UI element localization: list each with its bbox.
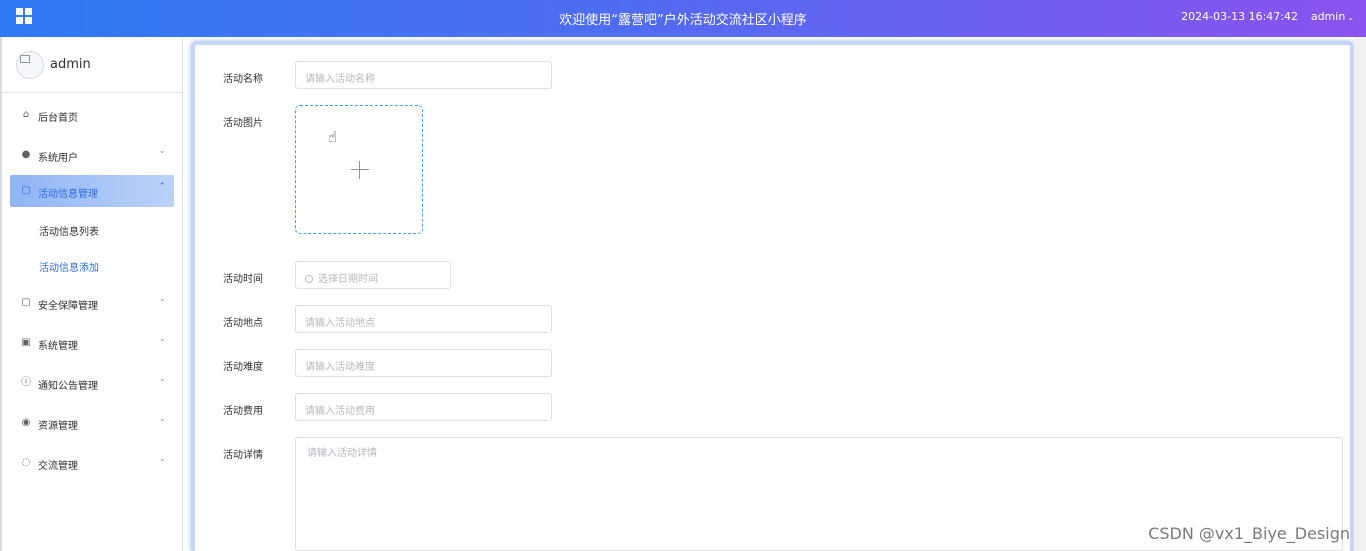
sidebar-item-label: 活动信息管理 [38, 189, 98, 200]
user-icon: ● [21, 149, 31, 160]
profile-username: admin [50, 57, 91, 72]
activity-location-label: 活动地点 [223, 318, 263, 329]
chevron-down-icon: ⌄ [158, 414, 166, 424]
activity-fee-input[interactable]: 请输入活动费用 [295, 393, 552, 421]
profile-panel: admin [2, 37, 182, 93]
chevron-up-icon: ⌃ [158, 182, 166, 192]
home-icon: ⌂ [22, 109, 30, 120]
sidebar-item-safety-management[interactable]: ▢ 安全保障管理 ⌄ [2, 283, 182, 323]
activity-detail-label: 活动详情 [223, 450, 263, 461]
sidebar: admin ⌂ 后台首页 ● 系统用户 ⌄ ▢ 活动信息管理 ⌃ 活动信息列表 … [0, 37, 183, 551]
sidebar-item-label: 系统用户 [38, 153, 78, 164]
sidebar-item-label: 系统管理 [38, 341, 78, 352]
sidebar-item-system-management[interactable]: ▣ 系统管理 ⌄ [2, 323, 182, 363]
chevron-down-icon: ⌄ [158, 454, 166, 464]
activity-location-input[interactable]: 请输入活动地点 [295, 305, 552, 333]
sidebar-subitem-activity-add[interactable]: 活动信息添加 [2, 247, 182, 283]
sidebar-item-label: 后台首页 [38, 113, 78, 124]
sidebar-item-label: 资源管理 [38, 421, 78, 432]
activity-difficulty-label: 活动难度 [223, 362, 263, 373]
datetime-picker[interactable]: 选择日期时间 [295, 261, 451, 289]
chevron-down-icon: ⌄ [158, 334, 166, 344]
chevron-down-icon: ⌄ [158, 374, 166, 384]
chevron-down-icon: ⌄ [1347, 13, 1354, 22]
activity-name-label: 活动名称 [223, 74, 263, 85]
activity-difficulty-input[interactable]: 请输入活动难度 [295, 349, 552, 377]
sidebar-item-system-users[interactable]: ● 系统用户 ⌄ [2, 135, 182, 175]
sidebar-item-label: 安全保障管理 [38, 301, 98, 312]
datetime-display: 2024-03-13 16:47:42 [1181, 10, 1298, 23]
hand-cursor-icon: ☝ [328, 128, 338, 146]
activity-image-label: 活动图片 [223, 118, 263, 129]
activity-name-input[interactable]: 请输入活动名称 [295, 61, 552, 89]
datetime-placeholder: 选择日期时间 [318, 274, 378, 285]
activity-fee-label: 活动费用 [223, 406, 263, 417]
page-title: 欢迎使用“露营吧”户外活动交流社区小程序 [559, 13, 807, 28]
edit-icon: ▢ [21, 297, 31, 308]
sidebar-item-label: 通知公告管理 [38, 381, 98, 392]
avatar [16, 51, 44, 79]
sidebar-item-resource-management[interactable]: ◉ 资源管理 ⌄ [2, 403, 182, 443]
user-dropdown[interactable]: admin ⌄ [1311, 10, 1354, 23]
sidebar-subitem-activity-list[interactable]: 活动信息列表 [2, 211, 182, 247]
sidebar-item-home[interactable]: ⌂ 后台首页 [2, 95, 182, 135]
clock-icon [305, 275, 313, 283]
sidebar-item-label: 交流管理 [38, 461, 78, 472]
chat-icon: ◌ [21, 457, 31, 468]
sidebar-item-communication-management[interactable]: ◌ 交流管理 ⌄ [2, 443, 182, 483]
top-header: 欢迎使用“露营吧”户外活动交流社区小程序 2024-03-13 16:47:42… [0, 0, 1366, 37]
location-icon: ◉ [21, 417, 31, 428]
sidebar-item-activity-management[interactable]: ▢ 活动信息管理 ⌃ [10, 175, 174, 207]
sidebar-item-notice-management[interactable]: ⓘ 通知公告管理 ⌄ [2, 363, 182, 403]
image-icon: ▣ [21, 337, 31, 348]
edit-icon: ▢ [21, 185, 31, 196]
user-dropdown-label: admin [1310, 10, 1346, 23]
form-panel: 活动名称 请输入活动名称 活动图片 ☝ 活动时间 选择日期时间 活动地点 请输入… [191, 41, 1354, 551]
plus-icon [351, 161, 369, 179]
watermark: CSDN @vx1_Biye_Design [1148, 524, 1350, 543]
info-icon: ⓘ [21, 377, 31, 388]
chevron-down-icon: ⌄ [158, 294, 166, 304]
vertical-scrollbar[interactable] [1354, 37, 1366, 551]
activity-time-label: 活动时间 [223, 274, 263, 285]
chevron-down-icon: ⌄ [158, 146, 166, 156]
image-upload-area[interactable]: ☝ [295, 105, 423, 234]
